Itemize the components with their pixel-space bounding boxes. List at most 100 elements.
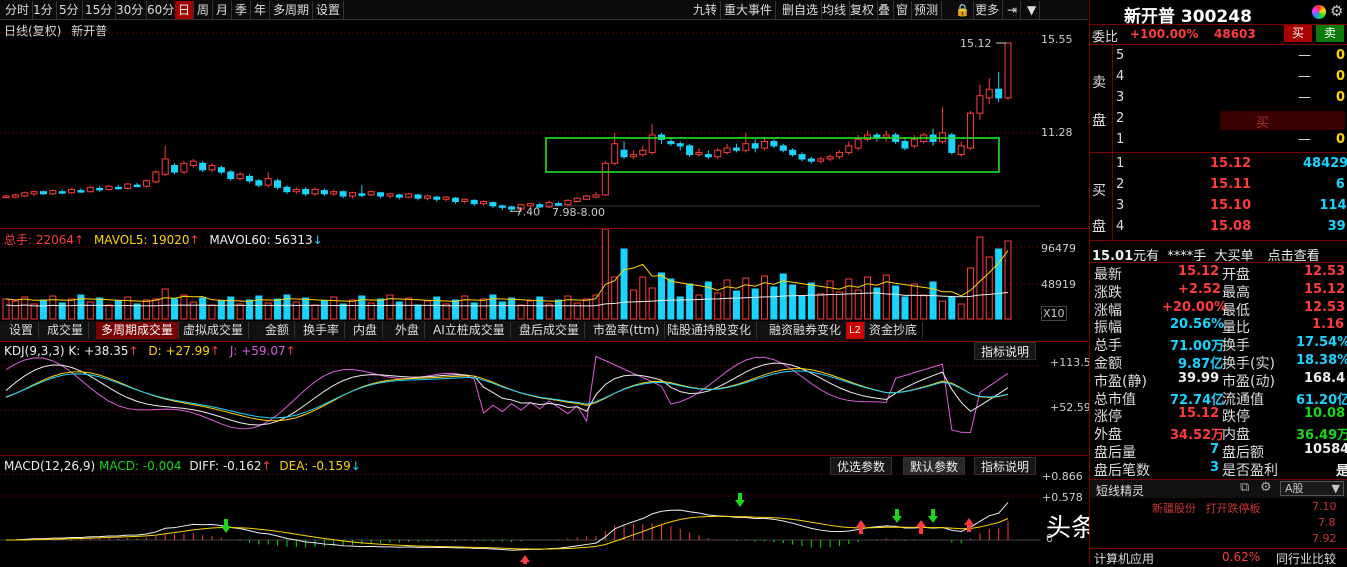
- period-1[interactable]: 1分: [30, 1, 57, 19]
- indicator-tab-13[interactable]: 资金抄底: [864, 322, 924, 339]
- lock-icon[interactable]: 🔒: [952, 1, 974, 19]
- period-4[interactable]: 30分: [113, 1, 148, 19]
- industry-name[interactable]: 计算机应用: [1094, 550, 1154, 567]
- period-2[interactable]: 5分: [56, 1, 83, 19]
- indicator-tab-6[interactable]: 内盘: [348, 322, 384, 339]
- period-11[interactable]: 多周期: [270, 1, 314, 19]
- industry-compare[interactable]: 同行业比较: [1276, 550, 1336, 567]
- sprite-value-2: 7.8: [1318, 516, 1336, 529]
- candle: [592, 194, 600, 198]
- sprite-header: 短线精灵 ⧉ ⚙ A股 ▼: [1090, 480, 1347, 498]
- candle: [489, 202, 497, 207]
- tool-7[interactable]: 预测: [911, 1, 943, 19]
- bid-volume[interactable]: 114: [1319, 198, 1346, 213]
- sprite-title: 短线精灵: [1096, 484, 1145, 498]
- candle: [789, 149, 797, 156]
- period-3[interactable]: 15分: [82, 1, 117, 19]
- sprite-item[interactable]: 新疆股份 打开跌停板: [1152, 500, 1261, 516]
- macd-chart[interactable]: [0, 456, 1040, 564]
- indicator-tab-2[interactable]: 多周期成交量: [96, 322, 180, 339]
- divider: [1112, 152, 1113, 240]
- indicator-tab-3[interactable]: 虚拟成交量: [178, 322, 250, 339]
- volume-bar: [920, 294, 928, 320]
- volume-bar: [854, 289, 862, 320]
- bid-volume[interactable]: 48429: [1303, 156, 1347, 171]
- tool-5[interactable]: 叠: [875, 1, 895, 19]
- indicator-tab-10[interactable]: 市盈率(ttm): [588, 322, 666, 339]
- bid-volume[interactable]: 6: [1336, 177, 1345, 192]
- divider: [1090, 240, 1347, 241]
- ask-buy-hint[interactable]: 买: [1220, 111, 1345, 131]
- period-8[interactable]: 月: [213, 1, 233, 19]
- buy-button[interactable]: 买: [1284, 25, 1312, 42]
- indicator-tab-7[interactable]: 外盘: [390, 322, 426, 339]
- indicator-tab-0[interactable]: 设置: [4, 322, 40, 339]
- tool-4[interactable]: 复权: [847, 1, 879, 19]
- candlestick-chart[interactable]: 15.12 7.40 7.98-8.00: [0, 20, 1088, 228]
- candle: [686, 145, 694, 156]
- indicator-tab-9[interactable]: 盘后成交量: [514, 322, 586, 339]
- indicator-tab-5[interactable]: 换手率: [298, 322, 346, 339]
- volume-bar: [526, 300, 534, 320]
- volume-bar: [948, 296, 956, 320]
- period-6[interactable]: 日: [175, 1, 195, 19]
- period-7[interactable]: 周: [194, 1, 214, 19]
- indicator-tab-8[interactable]: AI立桩成交量: [428, 322, 511, 339]
- ask-price: —: [1298, 48, 1311, 63]
- more-button[interactable]: 更多: [972, 1, 1004, 19]
- candle: [302, 188, 310, 195]
- sprite-event: 打开跌停板: [1205, 502, 1261, 515]
- volume-bar: [732, 290, 740, 320]
- stat-value-right: 168.4: [1304, 370, 1346, 386]
- gear-icon[interactable]: ⚙: [1330, 2, 1343, 20]
- candle: [498, 205, 506, 208]
- kdj-chart[interactable]: [0, 342, 1040, 454]
- stat-value-right: 10.08: [1304, 406, 1346, 422]
- stat-value-right: 是: [1336, 463, 1347, 479]
- tool-1[interactable]: 重大事件: [721, 1, 777, 19]
- indicator-tab-11[interactable]: 陆股通持股变化: [662, 322, 758, 339]
- candle: [854, 138, 862, 149]
- candle: [835, 151, 843, 158]
- indicator-tab-4[interactable]: 金额: [260, 322, 296, 339]
- period-12[interactable]: 设置: [313, 1, 345, 19]
- volume-bar: [686, 283, 694, 320]
- ask-volume: 0: [1336, 48, 1346, 63]
- tool-0[interactable]: 九转: [690, 1, 722, 19]
- period-0[interactable]: 分时: [2, 1, 34, 19]
- indicator-tab-1[interactable]: 成交量: [42, 322, 90, 339]
- sell-signal-arrow-icon: [735, 500, 745, 507]
- volume-bar: [423, 300, 431, 320]
- indicator-tab-12[interactable]: 融资融券变化: [764, 322, 848, 339]
- tool-2[interactable]: 删自选: [779, 1, 823, 19]
- tool-6[interactable]: 窗: [893, 1, 913, 19]
- candle: [367, 191, 375, 196]
- candle: [873, 134, 881, 138]
- tool-3[interactable]: 均线: [819, 1, 851, 19]
- candle: [601, 162, 609, 196]
- sell-button[interactable]: 卖: [1316, 25, 1344, 42]
- market-select[interactable]: A股 ▼: [1280, 481, 1344, 496]
- stat-value-right: 12.53: [1304, 264, 1346, 279]
- pin-icon[interactable]: ⇥: [1004, 1, 1022, 19]
- volume-chart[interactable]: [0, 229, 1040, 321]
- bid-volume[interactable]: 39: [1328, 219, 1346, 234]
- chevron-down-icon[interactable]: ▼: [1024, 1, 1041, 19]
- candle: [817, 158, 825, 162]
- market-select-value: A股: [1285, 482, 1304, 495]
- candle: [133, 184, 141, 188]
- gear-icon[interactable]: ⚙: [1260, 480, 1272, 495]
- candle: [480, 200, 488, 205]
- volume-bar: [648, 287, 656, 320]
- volume-bar: [601, 229, 609, 320]
- color-wheel-icon[interactable]: [1312, 5, 1326, 19]
- candle: [667, 141, 675, 145]
- kdj-axis-1: +113.5: [1050, 356, 1091, 369]
- period-9[interactable]: 季: [232, 1, 252, 19]
- candle: [274, 180, 282, 188]
- popout-icon[interactable]: ⧉: [1240, 480, 1249, 495]
- volume-bar: [658, 272, 666, 320]
- candle: [358, 193, 366, 196]
- period-10[interactable]: 年: [251, 1, 271, 19]
- period-5[interactable]: 60分: [144, 1, 179, 19]
